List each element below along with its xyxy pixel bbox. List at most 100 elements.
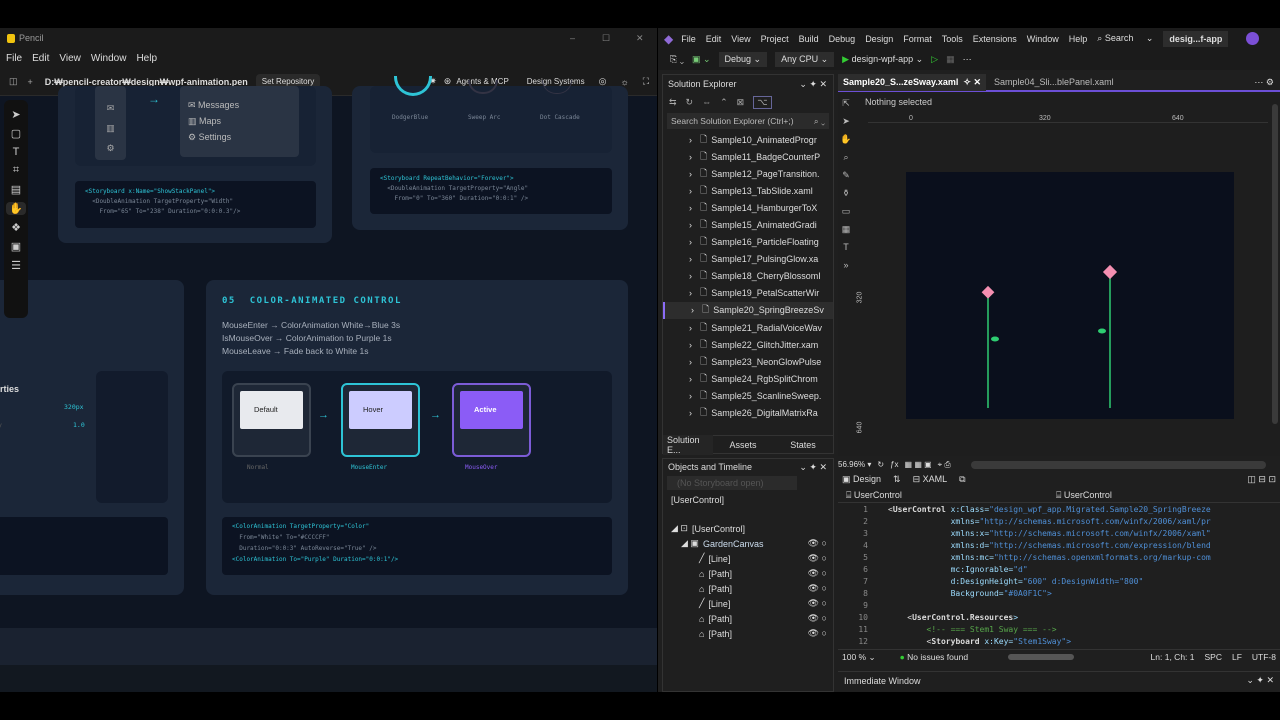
file-item[interactable]: › 🗋 Sample11_BadgeCounterP (663, 148, 833, 165)
object-item[interactable]: ◢ ▣ GardenCanvas 👁 ○ (663, 536, 833, 551)
menu-window[interactable]: Window (91, 53, 127, 64)
tab-sample20[interactable]: Sample20_S...zeSway.xaml ✧ ✕ (838, 73, 986, 91)
menu-format[interactable]: Format (903, 34, 932, 44)
menu-view[interactable]: View (731, 34, 750, 44)
text-tool-icon[interactable]: T (13, 146, 20, 158)
file-item[interactable]: › 🗋 Sample23_NeonGlowPulse (663, 353, 833, 370)
visibility-icon[interactable]: 👁 ○ (808, 613, 827, 624)
rectangle-tool-icon[interactable]: ▢ (11, 127, 21, 140)
fullscreen-icon[interactable]: ⛶ (643, 76, 649, 87)
visibility-icon[interactable]: 👁 ○ (808, 583, 827, 594)
tab-solution-explorer[interactable]: Solution E... (663, 434, 713, 455)
menu-design[interactable]: Design (865, 34, 893, 44)
paint-icon[interactable]: ⚱ (838, 184, 854, 202)
chevron-right-icon[interactable]: › (689, 203, 692, 213)
select-tool-icon[interactable]: ➤ (11, 108, 20, 121)
chevron-right-icon[interactable]: › (689, 323, 692, 333)
line-ending[interactable]: LF (1232, 652, 1242, 662)
image-tool-icon[interactable]: ▣ (11, 240, 21, 253)
add-icon[interactable]: + (28, 77, 33, 87)
storyboard-picker[interactable]: (No Storyboard open) (667, 476, 797, 490)
refresh-icon[interactable]: ↻ (877, 460, 884, 469)
view-icon[interactable]: ⌥ (753, 95, 772, 109)
theme-icon[interactable]: ☼ (620, 77, 628, 87)
visibility-icon[interactable]: 👁 ○ (808, 598, 827, 609)
menu-edit[interactable]: Edit (32, 53, 49, 64)
file-item[interactable]: › 🗋 Sample21_RadialVoiceWav (663, 319, 833, 336)
chevron-right-icon[interactable]: › (689, 186, 692, 196)
active-button[interactable]: Active (460, 391, 523, 429)
chevron-right-icon[interactable]: › (689, 408, 692, 418)
collapse-icon[interactable]: ⇔ (702, 97, 711, 107)
grid-icon[interactable]: ▦ ▦ ▣ (905, 460, 932, 469)
snap-icon[interactable]: ⌖ ⎙ (938, 460, 951, 470)
tab-assets[interactable]: Assets (713, 440, 773, 450)
chevron-right-icon[interactable]: › (689, 288, 692, 298)
adjust-tool-icon[interactable]: ☰ (11, 259, 21, 272)
file-item[interactable]: › 🗋 Sample15_AnimatedGradi (663, 216, 833, 233)
note-tool-icon[interactable]: ▤ (11, 183, 21, 196)
root-scope[interactable]: [UserControl] (663, 491, 833, 509)
object-item[interactable]: ╱ [Line] 👁 ○ (663, 551, 833, 566)
config-dropdown[interactable]: Debug ⌄ (718, 52, 768, 67)
object-item[interactable]: ◢ ⊡ [UserControl] (663, 521, 833, 536)
file-item[interactable]: › 🗋 Sample13_TabSlide.xaml (663, 182, 833, 199)
editor-zoom[interactable]: 100 % ⌄ (842, 652, 876, 663)
menu-view[interactable]: View (59, 53, 81, 64)
menu-extensions[interactable]: Extensions (973, 34, 1017, 44)
chevron-right-icon[interactable]: › (689, 254, 692, 264)
menu-file[interactable]: File (6, 53, 22, 64)
horizontal-scrollbar[interactable] (970, 460, 1266, 469)
object-item[interactable]: ╱ [Line] 👁 ○ (663, 596, 833, 611)
new-item-icon[interactable]: ⎘ ⌄ (670, 54, 684, 65)
chevron-right-icon[interactable]: › (689, 220, 692, 230)
select-icon[interactable]: ➤ (838, 112, 854, 130)
history-icon[interactable]: ↻ (686, 97, 694, 108)
vertical-scrollbar[interactable] (1272, 104, 1278, 424)
chevron-right-icon[interactable]: › (689, 391, 692, 401)
chevron-right-icon[interactable]: › (689, 357, 692, 367)
text-icon[interactable]: T (838, 238, 854, 256)
sidebar-toggle-icon[interactable]: ◫ (9, 76, 18, 87)
menu-build[interactable]: Build (799, 34, 819, 44)
search-button[interactable]: ⌕ Search ⌄ (1097, 33, 1153, 44)
chevron-right-icon[interactable]: › (689, 152, 692, 162)
tab-design[interactable]: ▣ Design (842, 474, 881, 485)
file-item[interactable]: › 🗋 Sample19_PetalScatterWir (663, 285, 833, 302)
issues-status[interactable]: ● No issues found (900, 652, 968, 662)
up-icon[interactable]: ⌃ (720, 97, 728, 108)
menu-file[interactable]: File (681, 34, 696, 44)
pan-icon[interactable]: ✋ (838, 130, 854, 148)
visibility-icon[interactable]: 👁 ○ (808, 628, 827, 639)
chevron-right-icon[interactable]: › (689, 169, 692, 179)
object-item[interactable]: ⌂ [Path] 👁 ○ (663, 626, 833, 641)
chevron-right-icon[interactable]: › (689, 340, 692, 350)
platform-dropdown[interactable]: Any CPU ⌄ (775, 52, 835, 67)
menu-window[interactable]: Window (1027, 34, 1059, 44)
default-button[interactable]: Default (240, 391, 303, 429)
file-item[interactable]: › 🗋 Sample18_CherryBlossomI (663, 268, 833, 285)
file-item[interactable]: › 🗋 Sample20_SpringBreezeSv (663, 301, 833, 320)
file-item[interactable]: › 🗋 Sample25_ScanlineSweep. (663, 387, 833, 404)
layout-icons[interactable]: ◫ ⊟ ⊡ (1247, 474, 1276, 485)
minimize-button[interactable]: – (570, 33, 575, 43)
designer-surface[interactable]: ⇱ ➤ ✋ ⌕ ✎ ⚱ ▭ ▦ T» Nothing selected 0 320 640 320 … (838, 94, 1280, 456)
rect-icon[interactable]: ▭ (838, 202, 854, 220)
file-item[interactable]: › 🗋 Sample22_GlitchJitter.xam (663, 336, 833, 353)
more-icon[interactable]: ⋯ (963, 54, 972, 65)
encoding[interactable]: UTF-8 (1252, 652, 1276, 662)
visibility-icon[interactable]: 👁 ○ (808, 568, 827, 579)
file-item[interactable]: › 🗋 Sample12_PageTransition. (663, 165, 833, 182)
maximize-button[interactable]: ☐ (602, 33, 610, 44)
close-button[interactable]: ✕ (636, 33, 644, 44)
whitespace-mode[interactable]: SPC (1205, 652, 1222, 662)
grid-icon[interactable]: ▦ (838, 220, 854, 238)
menu-help[interactable]: Help (136, 53, 157, 64)
scrollbar[interactable] (1008, 654, 1075, 660)
visibility-icon[interactable]: 👁 ○ (808, 553, 827, 564)
pointer-icon[interactable]: ⇱ (838, 94, 854, 112)
chevron-right-icon[interactable]: › (691, 305, 694, 315)
tab-states[interactable]: States (773, 440, 833, 450)
hand-tool-icon[interactable]: ✋ (6, 202, 26, 215)
file-item[interactable]: › 🗋 Sample14_HamburgerToX (663, 199, 833, 216)
